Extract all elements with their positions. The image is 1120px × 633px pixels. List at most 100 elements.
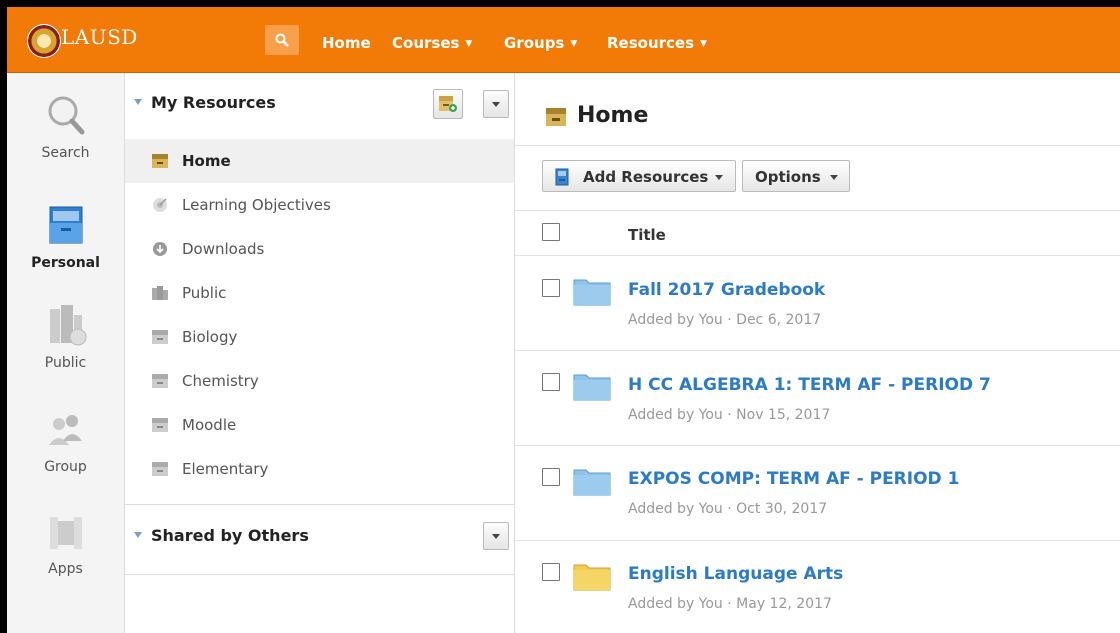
tree-item-label: Moodle — [182, 416, 237, 434]
expand-triangle-icon[interactable] — [134, 532, 142, 538]
add-resources-button[interactable]: Add Resources — [542, 160, 736, 192]
options-button[interactable]: Options — [742, 160, 850, 192]
nav-groups[interactable]: Groups ▼ — [504, 34, 577, 52]
magnifier-icon — [48, 96, 84, 135]
rail-item-label: Apps — [48, 561, 83, 577]
resource-meta: Added by You · Oct 30, 2017 — [628, 501, 828, 517]
divider — [515, 540, 1120, 541]
tree-options-dropdown[interactable] — [483, 90, 509, 118]
folder-icon[interactable] — [573, 561, 611, 591]
nav-courses[interactable]: Courses ▼ — [392, 34, 472, 52]
folder-icon[interactable] — [573, 276, 611, 306]
resource-meta: Added by You · Dec 6, 2017 — [628, 312, 822, 328]
target-icon — [153, 198, 167, 212]
divider — [125, 574, 514, 575]
resource-meta: Added by You · Nov 15, 2017 — [628, 407, 831, 423]
apps-icon — [49, 517, 82, 549]
row-checkbox[interactable] — [542, 373, 560, 391]
divider — [515, 210, 1120, 211]
divider — [515, 445, 1120, 446]
rail-item-personal[interactable]: Personal — [7, 203, 124, 271]
tree-item-downloads[interactable]: Downloads — [125, 227, 514, 271]
building-icon — [152, 286, 168, 300]
tree-item-label: Elementary — [182, 460, 269, 478]
resource-title-link[interactable]: EXPOS COMP: TERM AF - PERIOD 1 — [628, 469, 959, 489]
resource-title-link[interactable]: English Language Arts — [628, 564, 843, 584]
tree-item-label: Chemistry — [182, 372, 259, 390]
nav-home[interactable]: Home — [322, 34, 371, 52]
section-title: My Resources — [151, 93, 276, 112]
tree-item-label: Biology — [182, 328, 238, 346]
tree-item-label: Public — [182, 284, 227, 302]
divider — [125, 504, 514, 505]
my-resources-header[interactable]: My Resources — [125, 83, 514, 123]
tree-item-label: Downloads — [182, 240, 265, 258]
column-header-title[interactable]: Title — [628, 226, 666, 244]
add-folder-button[interactable] — [433, 89, 463, 119]
resource-title-link[interactable]: Fall 2017 Gradebook — [628, 280, 825, 300]
page-title: Home — [577, 103, 649, 128]
rail-item-label: Search — [41, 145, 90, 161]
group-people-icon — [48, 415, 82, 445]
row-checkbox[interactable] — [542, 279, 560, 297]
box-icon — [152, 154, 168, 168]
rail-item-apps[interactable]: Apps — [7, 513, 124, 577]
tree-item-biology[interactable]: Biology — [125, 315, 514, 359]
lausd-seal-logo[interactable] — [27, 24, 61, 58]
chevron-down-icon — [492, 102, 500, 107]
rail-item-group[interactable]: Group — [7, 411, 124, 475]
rail-item-label: Group — [44, 459, 87, 475]
expand-triangle-icon[interactable] — [134, 99, 142, 105]
left-icon-rail: Search Personal Public Group Apps — [7, 73, 125, 633]
box-icon — [152, 418, 168, 432]
box-icon — [546, 108, 566, 126]
row-checkbox[interactable] — [542, 563, 560, 581]
main-content: Home Add Resources Options Title Fall 20… — [515, 73, 1120, 633]
top-navbar: LAUSD Home Courses ▼ Groups ▼ Resources ▼ — [7, 7, 1120, 73]
select-all-checkbox[interactable] — [542, 223, 560, 241]
tree-item-moodle[interactable]: Moodle — [125, 403, 514, 447]
box-icon — [152, 330, 168, 344]
divider — [515, 145, 1120, 146]
search-icon — [275, 33, 289, 47]
chevron-down-icon — [830, 175, 838, 180]
resource-title-link[interactable]: H CC ALGEBRA 1: TERM AF - PERIOD 7 — [628, 375, 991, 395]
row-checkbox[interactable] — [542, 468, 560, 486]
section-title: Shared by Others — [151, 526, 309, 545]
divider — [515, 255, 1120, 256]
divider — [515, 350, 1120, 351]
rail-item-label: Public — [44, 355, 87, 371]
tree-item-home[interactable]: Home — [125, 139, 514, 183]
resource-box-icon — [555, 168, 569, 186]
tree-item-label: Learning Objectives — [182, 196, 331, 214]
shared-by-others-header[interactable]: Shared by Others — [125, 516, 514, 556]
search-button[interactable] — [265, 25, 299, 55]
folder-icon[interactable] — [573, 371, 611, 401]
tree-item-label: Home — [182, 152, 231, 170]
tree-item-learning-objectives[interactable]: Learning Objectives — [125, 183, 514, 227]
chevron-down-icon: ▼ — [465, 39, 473, 49]
rail-item-public[interactable]: Public — [7, 303, 124, 371]
rail-item-label: Personal — [31, 255, 100, 271]
app-frame: LAUSD Home Courses ▼ Groups ▼ Resources ▼ S… — [7, 7, 1120, 633]
chevron-down-icon: ▼ — [700, 39, 707, 49]
box-icon — [152, 374, 168, 388]
download-icon — [153, 242, 167, 256]
resource-meta: Added by You · May 12, 2017 — [628, 596, 832, 612]
tree-item-elementary[interactable]: Elementary — [125, 447, 514, 491]
chevron-down-icon — [715, 175, 723, 180]
brand-name[interactable]: LAUSD — [61, 25, 138, 49]
chevron-down-icon: ▼ — [570, 39, 578, 49]
rail-item-search[interactable]: Search — [7, 93, 124, 161]
tree-item-public[interactable]: Public — [125, 271, 514, 315]
chevron-down-icon — [492, 534, 500, 539]
personal-box-icon — [49, 206, 82, 244]
add-box-icon — [439, 96, 457, 112]
folder-icon[interactable] — [573, 466, 611, 496]
box-icon — [152, 462, 168, 476]
resource-tree-panel: My Resources Home Learning Objectives Do… — [125, 73, 515, 633]
tree-item-chemistry[interactable]: Chemistry — [125, 359, 514, 403]
shared-options-dropdown[interactable] — [483, 522, 509, 550]
nav-resources[interactable]: Resources ▼ — [607, 34, 707, 52]
public-building-icon — [49, 305, 86, 346]
